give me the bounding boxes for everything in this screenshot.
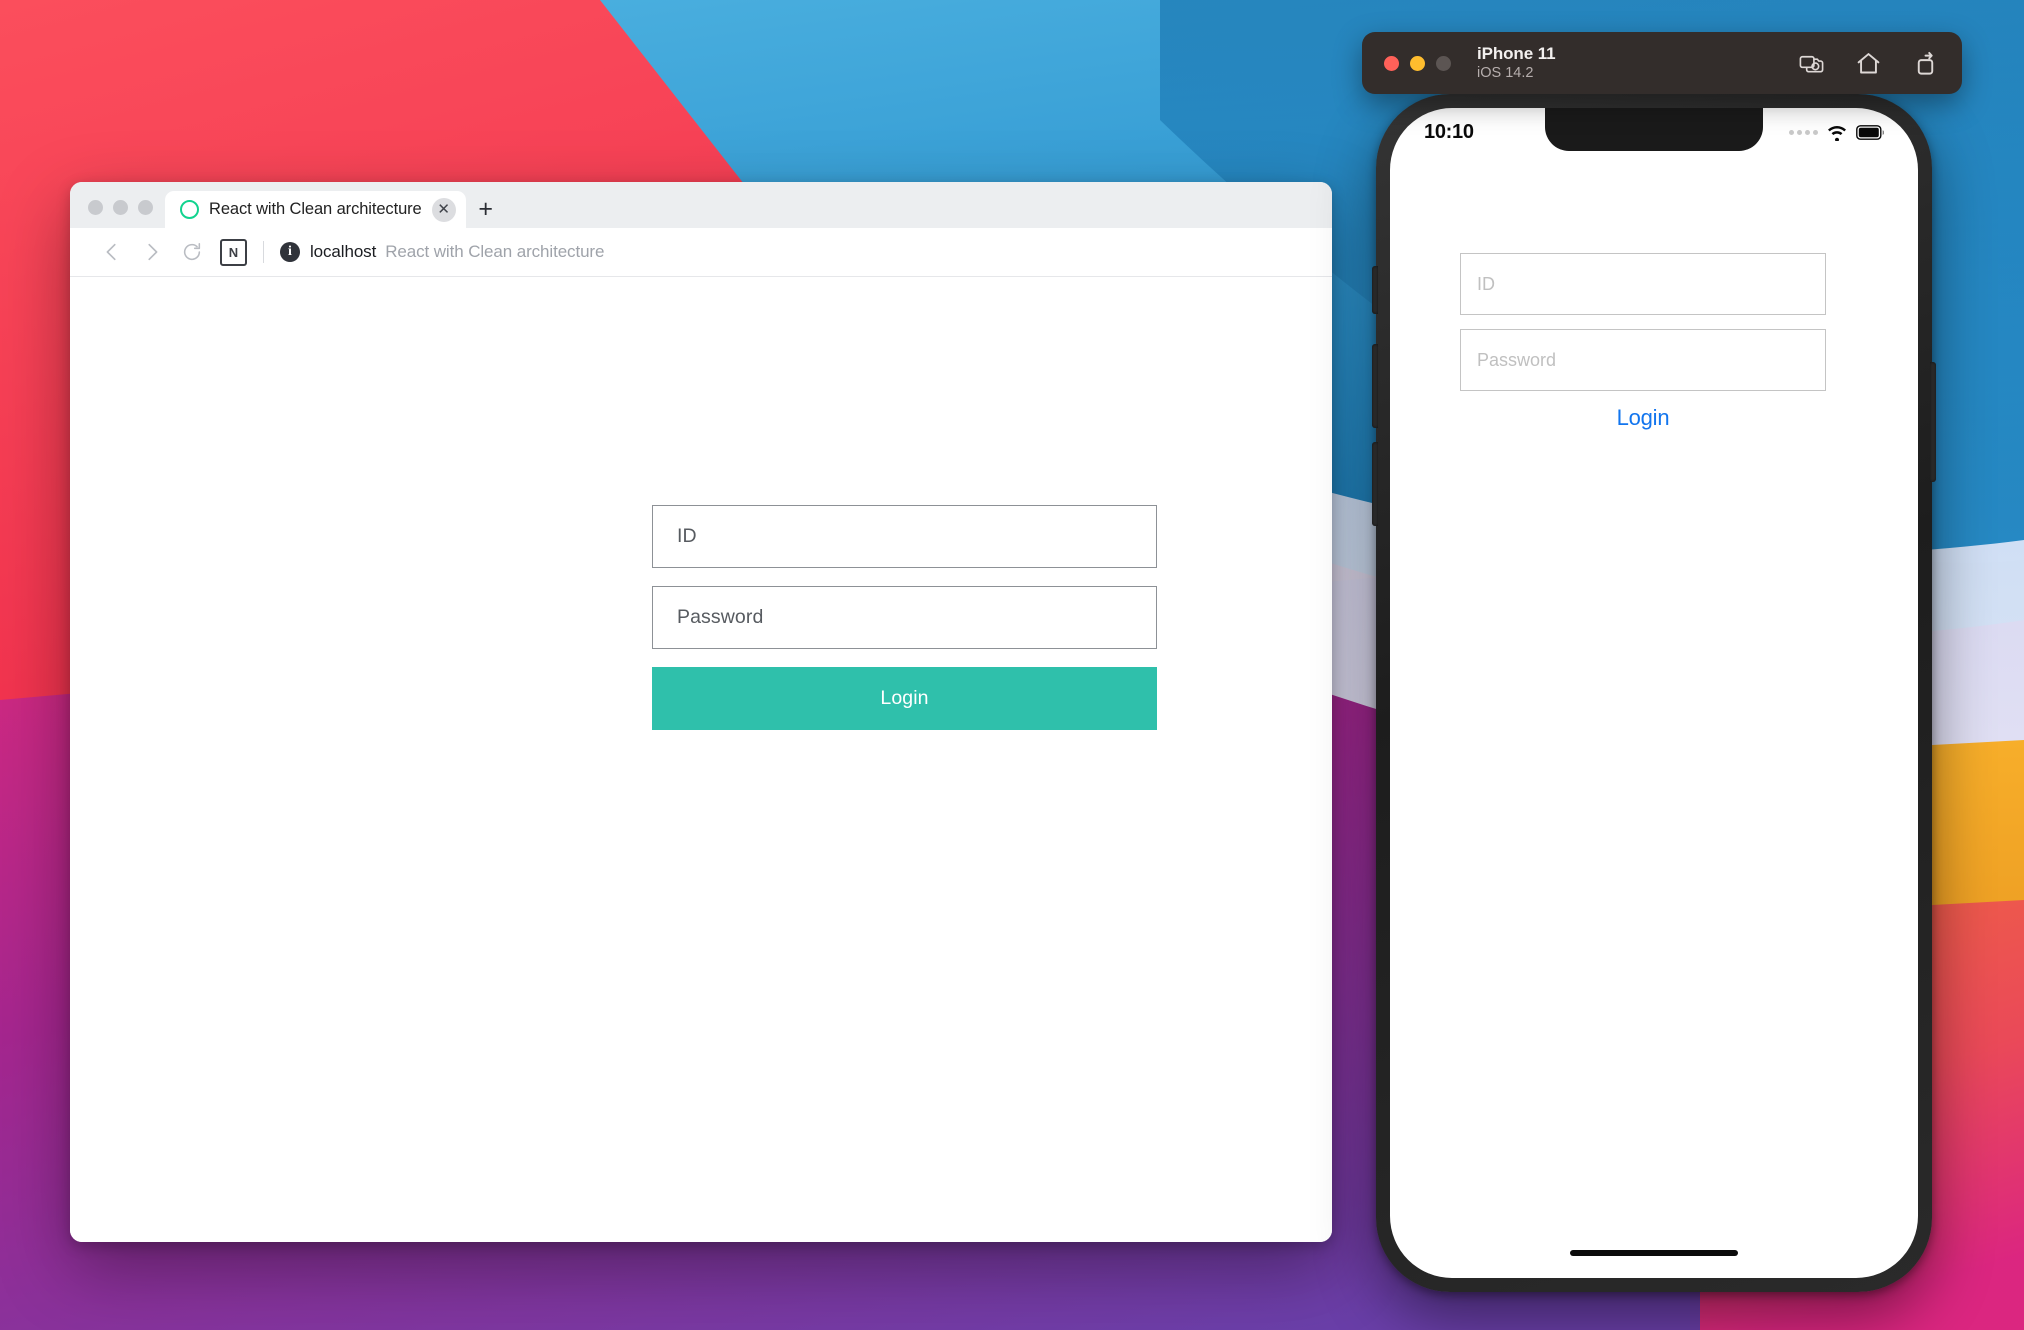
simulator-actions [1796, 48, 1940, 78]
simulator-traffic-lights [1384, 55, 1451, 71]
tab-title: React with Clean architecture [209, 200, 422, 218]
mobile-password-field[interactable]: Password [1460, 329, 1826, 391]
browser-toolbar: N i localhost React with Clean architect… [70, 228, 1332, 277]
password-field-placeholder: Password [677, 606, 764, 628]
close-window-button[interactable] [88, 200, 103, 215]
site-info-icon[interactable]: i [280, 242, 300, 262]
mobile-login-link[interactable]: Login [1460, 405, 1826, 431]
screenshot-button[interactable] [1796, 48, 1826, 78]
extension-button[interactable]: N [220, 238, 247, 266]
mobile-password-placeholder: Password [1477, 349, 1557, 370]
simulator-device-name: iPhone 11 [1477, 43, 1556, 63]
chevron-right-icon [148, 243, 158, 261]
volume-up-button[interactable] [1372, 344, 1378, 428]
browser-tab-bar: React with Clean architecture ✕ + [70, 182, 1332, 228]
zoom-window-button[interactable] [138, 200, 153, 215]
simulator-toolbar: iPhone 11 iOS 14.2 [1362, 32, 1962, 94]
address-bar-host[interactable]: localhost [310, 242, 376, 262]
reload-button[interactable] [172, 232, 212, 272]
simulator-os-version: iOS 14.2 [1477, 65, 1534, 81]
address-bar-title[interactable]: React with Clean architecture [385, 242, 604, 262]
forward-button[interactable] [132, 232, 172, 272]
simulator-close-button[interactable] [1384, 55, 1399, 71]
tab-favicon-circle-outline-icon [180, 200, 199, 219]
id-field[interactable]: ID [652, 505, 1157, 568]
chevron-left-icon [106, 243, 116, 261]
status-bar-time: 10:10 [1424, 120, 1474, 143]
signal-dots-icon [1789, 129, 1818, 135]
silent-switch[interactable] [1372, 266, 1378, 314]
mobile-login-form: ID Password Login [1460, 253, 1826, 431]
id-field-placeholder: ID [677, 525, 697, 547]
phone-page-content: ID Password Login [1390, 156, 1918, 1278]
battery-icon [1856, 124, 1884, 140]
browser-tab[interactable]: React with Clean architecture ✕ [165, 191, 466, 228]
home-icon [1857, 52, 1879, 73]
simulator-zoom-button [1436, 55, 1451, 71]
status-bar-indicators [1789, 124, 1884, 141]
wifi-icon [1828, 125, 1846, 141]
window-traffic-lights [70, 200, 165, 228]
rotate-icon [1917, 51, 1933, 75]
home-indicator[interactable] [1570, 1250, 1738, 1256]
minimize-window-button[interactable] [113, 200, 128, 215]
home-button[interactable] [1853, 48, 1883, 78]
page-viewport: ID Password Login [70, 277, 1332, 1242]
simulator-minimize-button[interactable] [1410, 55, 1425, 71]
iphone-device: 10:10 ID Password Login [1372, 94, 1936, 1292]
simulator-device-info: iPhone 11 iOS 14.2 [1477, 43, 1556, 83]
new-tab-button[interactable]: + [466, 191, 506, 228]
screenshot-icon [1799, 55, 1823, 73]
reload-icon [183, 242, 201, 261]
password-field[interactable]: Password [652, 586, 1157, 649]
desktop-login-form: ID Password Login [652, 505, 1157, 730]
toolbar-divider [263, 241, 264, 263]
tab-close-icon[interactable]: ✕ [431, 197, 456, 222]
back-button[interactable] [92, 232, 132, 272]
power-button[interactable] [1930, 362, 1936, 482]
login-button[interactable]: Login [652, 667, 1157, 730]
iphone-screen[interactable]: 10:10 ID Password Login [1390, 108, 1918, 1278]
mobile-id-field[interactable]: ID [1460, 253, 1826, 315]
iphone-notch [1545, 108, 1763, 151]
rotate-button[interactable] [1910, 48, 1940, 78]
mobile-id-placeholder: ID [1477, 273, 1495, 294]
ios-simulator[interactable]: iPhone 11 iOS 14.2 10:10 ID Password Log… [1362, 32, 1962, 1294]
browser-window[interactable]: React with Clean architecture ✕ + N i lo… [70, 182, 1332, 1242]
volume-down-button[interactable] [1372, 442, 1378, 526]
